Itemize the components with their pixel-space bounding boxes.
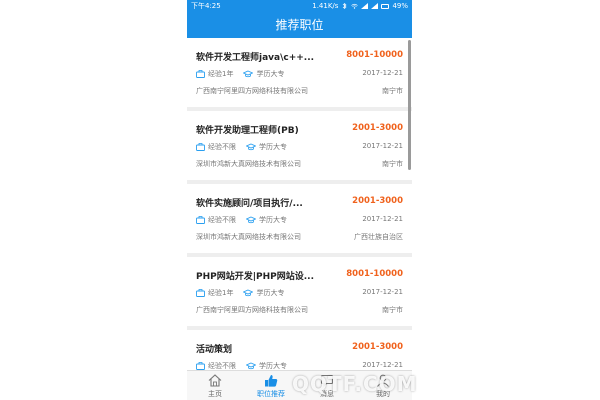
job-company: 广西南宁阿里四方网络科技有限公司 [196,87,308,95]
job-card[interactable]: 软件开发助理工程师(PB) 2001-3000 经验不限 学历大专 2017-1… [187,111,412,180]
job-tags: 经验1年 学历大专 [196,288,294,298]
list-scrollbar[interactable] [408,40,411,170]
job-date: 2017-12-21 [362,69,403,77]
page-title: 推荐职位 [187,12,412,38]
experience-tag: 经验1年 [196,288,233,298]
job-date: 2017-12-21 [362,142,403,150]
battery-level: 49% [392,2,408,10]
experience-tag: 经验1年 [196,69,233,79]
graduation-cap-icon [246,216,256,224]
experience-text: 经验不限 [208,143,236,151]
job-tags: 经验1年 学历大专 [196,69,294,79]
job-title: 活动策划 [196,345,233,355]
job-tags: 经验不限 学历大专 [196,142,297,152]
experience-tag: 经验不限 [196,142,236,152]
briefcase-icon [196,70,205,78]
briefcase-icon [196,362,205,370]
signal-icon [361,3,369,9]
education-text: 学历大专 [256,289,285,297]
graduation-cap-icon [246,143,256,151]
job-date: 2017-12-21 [362,215,403,223]
tab-home[interactable]: 主页 [187,371,243,400]
job-tags: 经验不限 学历大专 [196,361,297,370]
bluetooth-icon [343,3,347,9]
briefcase-icon [196,143,205,151]
experience-tag: 经验不限 [196,215,236,225]
tab-home-label: 主页 [208,390,222,398]
site-watermark: QQTF.COM [292,372,418,396]
network-speed: 1.41K/s [312,2,339,10]
job-salary: 2001-3000 [352,123,403,133]
phone-screen: 下午4:25 1.41K/s 49% 推荐职位 软件开发工程师java\c++.… [187,0,412,400]
thumbs-up-icon [265,375,278,387]
battery-icon [381,3,390,9]
job-title: 软件开发助理工程师(PB) [196,126,299,136]
job-salary: 8001-10000 [346,269,403,279]
job-card[interactable]: 活动策划 2001-3000 经验不限 学历大专 2017-12-21 [187,330,412,370]
job-card[interactable]: 软件实施顾问/项目执行/... 2001-3000 经验不限 学历大专 2017… [187,184,412,253]
education-tag: 学历大专 [243,288,284,298]
job-tags: 经验不限 学历大专 [196,215,297,225]
experience-text: 经验不限 [208,362,236,370]
tab-job-recommend-label: 职位推荐 [257,390,285,398]
experience-text: 经验不限 [208,216,236,224]
tab-job-recommend[interactable]: 职位推荐 [243,371,299,400]
education-tag: 学历大专 [243,69,284,79]
job-card[interactable]: PHP网站开发|PHP网站设... 8001-10000 经验1年 学历大专 2… [187,257,412,326]
job-company: 深圳市鸿新大真网络技术有限公司 [196,160,301,168]
education-text: 学历大专 [259,362,287,370]
job-date: 2017-12-21 [362,288,403,296]
briefcase-icon [196,216,205,224]
status-time: 下午4:25 [191,2,221,10]
status-indicators: 1.41K/s 49% [312,0,408,12]
education-text: 学历大专 [259,216,287,224]
job-title: 软件实施顾问/项目执行/... [196,199,303,209]
job-location: 南宁市 [382,160,403,168]
education-tag: 学历大专 [246,215,287,225]
education-tag: 学历大专 [246,361,287,370]
experience-text: 经验1年 [208,70,234,78]
job-card[interactable]: 软件开发工程师java\c++... 8001-10000 经验1年 学历大专 … [187,38,412,107]
job-date: 2017-12-21 [362,361,403,369]
job-salary: 2001-3000 [352,342,403,352]
job-location: 南宁市 [382,306,403,314]
job-location: 南宁市 [382,87,403,95]
job-salary: 8001-10000 [346,50,403,60]
experience-text: 经验1年 [208,289,234,297]
job-title: PHP网站开发|PHP网站设... [196,272,314,282]
job-list[interactable]: 软件开发工程师java\c++... 8001-10000 经验1年 学历大专 … [187,38,412,370]
job-title: 软件开发工程师java\c++... [196,53,315,63]
graduation-cap-icon [246,362,256,370]
education-tag: 学历大专 [246,142,287,152]
job-location: 广西壮族自治区 [354,233,403,241]
signal-icon-2 [371,3,379,9]
job-company: 广西南宁阿里四方网络科技有限公司 [196,306,308,314]
job-company: 深圳市鸿新大真网络技术有限公司 [196,233,301,241]
wifi-icon [351,3,359,9]
education-text: 学历大专 [259,143,287,151]
briefcase-icon [196,289,205,297]
graduation-cap-icon [243,70,254,78]
education-text: 学历大专 [256,70,285,78]
job-salary: 2001-3000 [352,196,403,206]
graduation-cap-icon [243,289,254,297]
status-bar: 下午4:25 1.41K/s 49% [187,0,412,12]
experience-tag: 经验不限 [196,361,236,370]
home-icon [208,374,222,387]
